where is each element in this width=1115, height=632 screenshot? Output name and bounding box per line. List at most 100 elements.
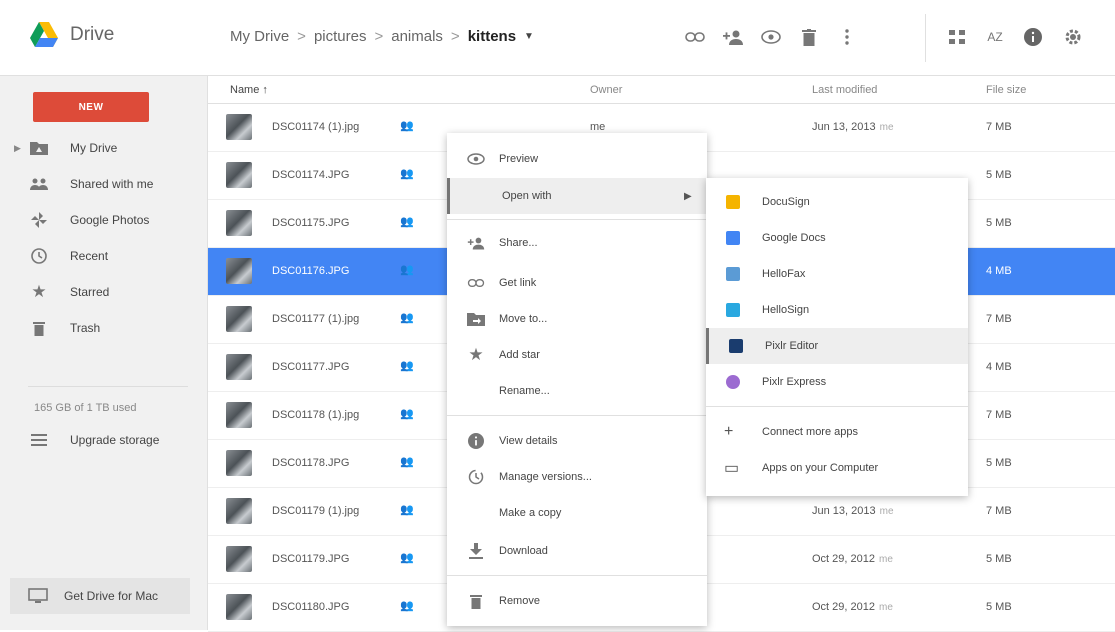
file-size: 4 MB bbox=[986, 361, 1012, 373]
column-header-file-size[interactable]: File size bbox=[986, 84, 1026, 96]
image-thumbnail bbox=[226, 162, 252, 188]
sort-az-icon[interactable]: AZ bbox=[982, 24, 1008, 50]
submenu-item-connect-more-apps[interactable]: + Connect more apps bbox=[706, 414, 968, 450]
menu-item-add-star[interactable]: ★ Add star bbox=[447, 337, 707, 373]
breadcrumb-animals[interactable]: animals bbox=[391, 28, 443, 45]
menu-item-rename[interactable]: Rename... bbox=[447, 373, 707, 409]
image-thumbnail bbox=[226, 546, 252, 572]
file-owner: me bbox=[590, 121, 606, 133]
shared-icon: 👥 bbox=[400, 552, 414, 564]
folder-move-icon bbox=[467, 310, 485, 328]
submenu-item-hellosign[interactable]: HelloSign bbox=[706, 292, 968, 328]
sidebar-item-recent[interactable]: Recent bbox=[0, 238, 208, 274]
image-thumbnail bbox=[226, 498, 252, 524]
file-modified: Jun 13, 2013 me bbox=[812, 121, 894, 133]
chevron-down-icon[interactable]: ▼ bbox=[524, 31, 534, 42]
brand[interactable]: Drive bbox=[30, 22, 114, 48]
column-header-owner[interactable]: Owner bbox=[590, 84, 622, 96]
sidebar-item-shared-with-me[interactable]: Shared with me bbox=[0, 166, 208, 202]
expand-arrow-icon[interactable]: ▶ bbox=[14, 143, 21, 154]
file-name: DSC01176.JPG bbox=[272, 265, 350, 277]
menu-item-get-link[interactable]: Get link bbox=[447, 265, 707, 301]
link-icon bbox=[467, 274, 485, 292]
menu-item-open-with[interactable]: Open with ▶ bbox=[447, 178, 707, 214]
computer-icon: ▭ bbox=[724, 460, 740, 477]
sidebar-item-google-photos[interactable]: Google Photos bbox=[0, 202, 208, 238]
grid-view-icon[interactable] bbox=[944, 24, 970, 50]
download-icon bbox=[467, 542, 485, 560]
file-size: 7 MB bbox=[986, 121, 1012, 133]
menu-item-make-a-copy[interactable]: Make a copy bbox=[447, 495, 707, 531]
submenu-item-docusign[interactable]: DocuSign bbox=[706, 184, 968, 220]
file-name: DSC01174 (1).jpg bbox=[272, 121, 360, 133]
image-thumbnail bbox=[226, 210, 252, 236]
file-modified: Jun 13, 2013 me bbox=[812, 505, 894, 517]
get-drive-label: Get Drive for Mac bbox=[64, 589, 159, 603]
column-header-last-modified[interactable]: Last modified bbox=[812, 84, 877, 96]
image-thumbnail bbox=[226, 402, 252, 428]
file-name: DSC01179 (1).jpg bbox=[272, 505, 360, 517]
file-size: 5 MB bbox=[986, 601, 1012, 613]
eye-icon bbox=[467, 150, 485, 168]
storage-usage: 165 GB of 1 TB used bbox=[34, 402, 137, 414]
menu-separator bbox=[447, 219, 707, 220]
file-name: DSC01175.JPG bbox=[272, 217, 350, 229]
file-name: DSC01177.JPG bbox=[272, 361, 350, 373]
image-thumbnail bbox=[226, 594, 252, 620]
file-name: DSC01178 (1).jpg bbox=[272, 409, 360, 421]
upgrade-storage-link[interactable]: Upgrade storage bbox=[0, 422, 208, 458]
pixlr-express-icon bbox=[726, 375, 740, 389]
more-vert-icon[interactable] bbox=[834, 24, 860, 50]
google-docs-icon bbox=[726, 231, 740, 245]
sidebar-divider bbox=[28, 386, 188, 387]
image-thumbnail bbox=[226, 354, 252, 380]
add-person-icon[interactable] bbox=[720, 24, 746, 50]
trash-icon bbox=[467, 592, 485, 610]
file-size: 5 MB bbox=[986, 553, 1012, 565]
sidebar-item-trash[interactable]: Trash bbox=[0, 310, 208, 346]
submenu-item-apps-on-your-computer[interactable]: ▭ Apps on your Computer bbox=[706, 450, 968, 486]
trash-icon[interactable] bbox=[796, 24, 822, 50]
menu-item-share[interactable]: Share... bbox=[447, 225, 707, 261]
sidebar-item-starred[interactable]: ★ Starred bbox=[0, 274, 208, 310]
submenu-item-hellofax[interactable]: HelloFax bbox=[706, 256, 968, 292]
hellosign-icon bbox=[726, 303, 740, 317]
sidebar-item-label: Shared with me bbox=[70, 177, 154, 191]
open-with-submenu: DocuSign Google Docs HelloFax HelloSign … bbox=[706, 178, 968, 496]
image-thumbnail bbox=[226, 306, 252, 332]
file-modified: Oct 29, 2012 me bbox=[812, 601, 893, 613]
shared-icon: 👥 bbox=[400, 360, 414, 372]
info-icon[interactable] bbox=[1020, 24, 1046, 50]
sidebar-item-my-drive[interactable]: ▶ My Drive bbox=[0, 130, 208, 166]
column-header-name[interactable]: Name ↑ bbox=[230, 84, 268, 96]
shared-icon: 👥 bbox=[400, 504, 414, 516]
menu-item-move-to[interactable]: Move to... bbox=[447, 301, 707, 337]
shared-icon: 👥 bbox=[400, 408, 414, 420]
add-person-icon bbox=[467, 234, 485, 252]
sidebar-item-label: Trash bbox=[70, 321, 101, 335]
menu-item-download[interactable]: Download bbox=[447, 533, 707, 569]
breadcrumb-pictures[interactable]: pictures bbox=[314, 28, 367, 45]
settings-icon[interactable] bbox=[1060, 24, 1086, 50]
drive-logo-icon bbox=[30, 22, 58, 47]
file-name: DSC01180.JPG bbox=[272, 601, 350, 613]
hellofax-icon bbox=[726, 267, 740, 281]
eye-icon[interactable] bbox=[758, 24, 784, 50]
list-icon bbox=[30, 431, 48, 449]
menu-item-remove[interactable]: Remove bbox=[447, 583, 707, 619]
new-button[interactable]: NEW bbox=[33, 92, 149, 122]
menu-item-preview[interactable]: Preview bbox=[447, 141, 707, 177]
submenu-item-google-docs[interactable]: Google Docs bbox=[706, 220, 968, 256]
breadcrumb-separator: > bbox=[297, 28, 306, 45]
image-thumbnail bbox=[226, 114, 252, 140]
breadcrumb-current-folder[interactable]: kittens bbox=[468, 28, 516, 45]
image-thumbnail bbox=[226, 258, 252, 284]
menu-item-view-details[interactable]: View details bbox=[447, 423, 707, 459]
breadcrumb-my-drive[interactable]: My Drive bbox=[230, 28, 289, 45]
submenu-item-pixlr-express[interactable]: Pixlr Express bbox=[706, 364, 968, 400]
sidebar-item-label: Starred bbox=[70, 285, 110, 299]
link-icon[interactable] bbox=[682, 24, 708, 50]
menu-item-manage-versions[interactable]: Manage versions... bbox=[447, 459, 707, 495]
submenu-item-pixlr-editor[interactable]: Pixlr Editor bbox=[706, 328, 968, 364]
get-drive-button[interactable]: Get Drive for Mac bbox=[10, 578, 190, 614]
